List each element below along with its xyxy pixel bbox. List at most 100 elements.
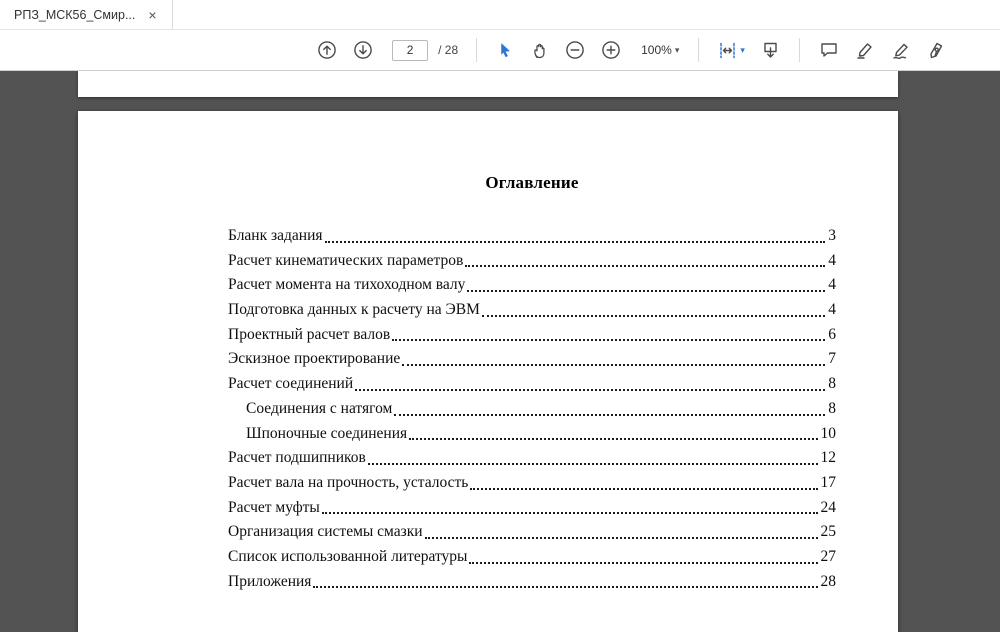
toc-leader-dots bbox=[465, 265, 825, 267]
chevron-down-icon: ▾ bbox=[675, 46, 680, 55]
hand-icon bbox=[530, 41, 549, 60]
cursor-arrow-icon bbox=[496, 41, 514, 59]
select-tool-button[interactable] bbox=[491, 38, 519, 62]
zoom-out-button[interactable] bbox=[560, 37, 590, 63]
toc-entry-label: Соединения с натягом bbox=[246, 397, 392, 422]
toc-entry-page: 7 bbox=[828, 347, 836, 372]
hand-tool-button[interactable] bbox=[525, 38, 554, 63]
page-title: Оглавление bbox=[228, 173, 836, 193]
toc-entry-page: 4 bbox=[828, 298, 836, 323]
toc-entry-page: 24 bbox=[821, 496, 837, 521]
toc-entry-label: Список использованной литературы bbox=[228, 545, 467, 570]
toc-entry-label: Расчет муфты bbox=[228, 496, 320, 521]
toc-entry-page: 17 bbox=[821, 471, 837, 496]
toc-entry-label: Расчет кинематических параметров bbox=[228, 249, 463, 274]
toc-entry: Список использованной литературы 27 bbox=[228, 545, 836, 570]
toc-entry-label: Расчет момента на тихоходном валу bbox=[228, 273, 465, 298]
toc-leader-dots bbox=[325, 241, 826, 243]
toc-entry-label: Расчет вала на прочность, усталость bbox=[228, 471, 468, 496]
toc-entry-label: Расчет подшипников bbox=[228, 446, 366, 471]
page-fit-dropdown[interactable]: ▾ bbox=[713, 38, 750, 63]
toc-entry-page: 25 bbox=[821, 520, 837, 545]
toc-entry-label: Расчет соединений bbox=[228, 372, 353, 397]
toolbar-separator bbox=[476, 38, 477, 62]
toc-entry: Эскизное проектирование 7 bbox=[228, 347, 836, 372]
toc-entry: Шпоночные соединения 10 bbox=[228, 422, 836, 447]
toc-entry-label: Проектный расчет валов bbox=[228, 323, 390, 348]
toc-entry-label: Приложения bbox=[228, 570, 311, 595]
toc-entry-page: 4 bbox=[828, 249, 836, 274]
document-tab-title: РПЗ_МСК56_Смир... bbox=[14, 8, 135, 22]
document-viewport[interactable]: Оглавление Бланк задания 3 Расчет кинема… bbox=[0, 71, 1000, 632]
toc-leader-dots bbox=[469, 562, 817, 564]
toc-entry: Организация системы смазки 25 bbox=[228, 520, 836, 545]
toc-leader-dots bbox=[425, 537, 818, 539]
toc-entry: Проектный расчет валов 6 bbox=[228, 323, 836, 348]
toc-entry: Расчет соединений 8 bbox=[228, 372, 836, 397]
comment-bubble-icon bbox=[819, 40, 839, 60]
close-icon[interactable]: × bbox=[145, 7, 159, 23]
scroll-page-icon bbox=[761, 41, 780, 60]
highlight-button[interactable] bbox=[850, 37, 880, 63]
toc-entry: Расчет муфты 24 bbox=[228, 496, 836, 521]
toc-entry-label: Подготовка данных к расчету на ЭВМ bbox=[228, 298, 480, 323]
plus-circle-icon bbox=[601, 40, 621, 60]
arrow-down-circle-icon bbox=[353, 40, 373, 60]
table-of-contents: Бланк задания 3 Расчет кинематических па… bbox=[228, 224, 836, 594]
toc-entry-page: 4 bbox=[828, 273, 836, 298]
sign-button[interactable] bbox=[886, 37, 916, 63]
minus-circle-icon bbox=[565, 40, 585, 60]
toc-entry: Соединения с натягом 8 bbox=[228, 397, 836, 422]
toc-entry-page: 10 bbox=[821, 422, 837, 447]
toc-leader-dots bbox=[394, 414, 825, 416]
toc-leader-dots bbox=[409, 438, 817, 440]
toc-leader-dots bbox=[402, 364, 825, 366]
toc-entry-page: 3 bbox=[828, 224, 836, 249]
toc-leader-dots bbox=[467, 290, 825, 292]
page-up-button[interactable] bbox=[312, 37, 342, 63]
chevron-down-icon: ▾ bbox=[740, 46, 745, 55]
page-down-button[interactable] bbox=[348, 37, 378, 63]
toc-leader-dots bbox=[355, 389, 825, 391]
comment-button[interactable] bbox=[814, 37, 844, 63]
highlighter-icon bbox=[855, 40, 875, 60]
toolbar: / 28 bbox=[0, 30, 1000, 71]
toc-entry-label: Шпоночные соединения bbox=[246, 422, 407, 447]
signature-pen-icon bbox=[891, 40, 911, 60]
toc-leader-dots bbox=[368, 463, 818, 465]
toolbar-separator bbox=[799, 38, 800, 62]
toc-leader-dots bbox=[482, 315, 825, 317]
toc-entry-page: 12 bbox=[821, 446, 837, 471]
fill-sign-icon bbox=[927, 40, 947, 60]
fill-sign-button[interactable] bbox=[922, 37, 952, 63]
arrow-up-circle-icon bbox=[317, 40, 337, 60]
toc-entry-page: 6 bbox=[828, 323, 836, 348]
zoom-level-dropdown[interactable]: 100% ▾ bbox=[636, 40, 684, 60]
toc-entry-label: Организация системы смазки bbox=[228, 520, 423, 545]
toc-leader-dots bbox=[392, 339, 825, 341]
pdf-page: Оглавление Бланк задания 3 Расчет кинема… bbox=[78, 111, 898, 632]
toc-entry-page: 8 bbox=[828, 372, 836, 397]
previous-page-bottom bbox=[78, 71, 898, 97]
page-number-input[interactable] bbox=[392, 40, 428, 61]
toc-entry: Подготовка данных к расчету на ЭВМ 4 bbox=[228, 298, 836, 323]
toc-entry: Расчет подшипников 12 bbox=[228, 446, 836, 471]
toc-entry-page: 27 bbox=[821, 545, 837, 570]
toc-entry-page: 28 bbox=[821, 570, 837, 595]
fit-width-icon bbox=[718, 41, 737, 60]
toc-entry: Расчет вала на прочность, усталость 17 bbox=[228, 471, 836, 496]
document-tab[interactable]: РПЗ_МСК56_Смир... × bbox=[0, 0, 173, 29]
toc-leader-dots bbox=[313, 586, 817, 588]
scrolling-mode-button[interactable] bbox=[756, 38, 785, 63]
toc-entry-label: Эскизное проектирование bbox=[228, 347, 400, 372]
zoom-level-label: 100% bbox=[641, 43, 672, 57]
tab-bar: РПЗ_МСК56_Смир... × bbox=[0, 0, 1000, 30]
toc-leader-dots bbox=[470, 488, 817, 490]
toc-entry-page: 8 bbox=[828, 397, 836, 422]
toc-entry: Расчет кинематических параметров 4 bbox=[228, 249, 836, 274]
toc-leader-dots bbox=[322, 512, 818, 514]
zoom-in-button[interactable] bbox=[596, 37, 626, 63]
page-count-label: / 28 bbox=[438, 43, 458, 57]
toc-entry-label: Бланк задания bbox=[228, 224, 323, 249]
toc-entry: Расчет момента на тихоходном валу 4 bbox=[228, 273, 836, 298]
